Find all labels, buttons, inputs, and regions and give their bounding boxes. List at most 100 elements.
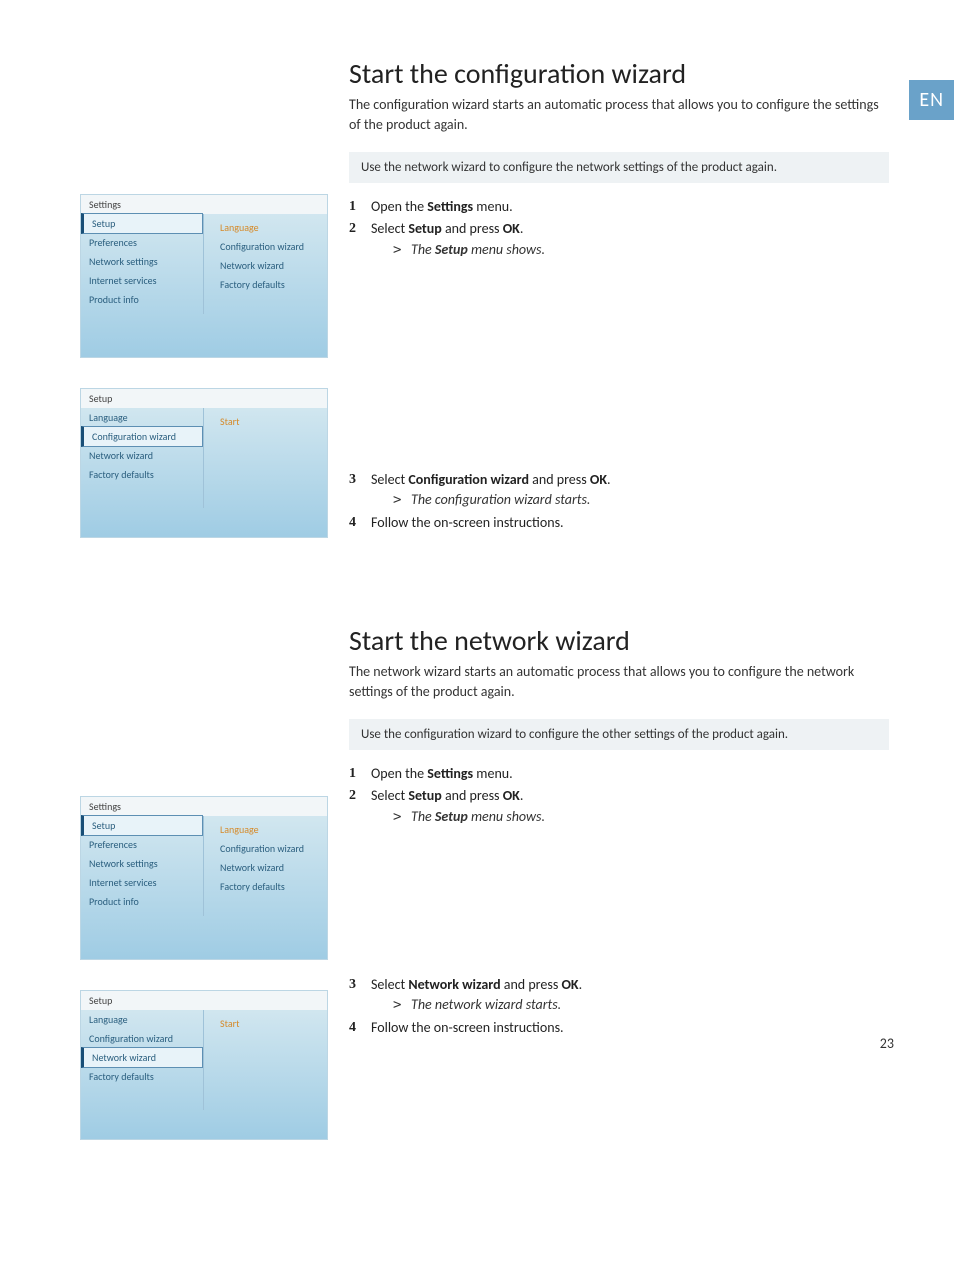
menu-right: Language Configuration wizard Network wi…	[204, 214, 327, 314]
chevron-icon: >	[393, 240, 401, 260]
result: > The Setup menu shows.	[371, 807, 889, 827]
step: Follow the on-screen instructions.	[349, 513, 889, 533]
text: Open the	[371, 765, 427, 782]
bold: Setup	[435, 808, 468, 825]
bold: Setup	[408, 787, 441, 804]
menu-item: Language	[81, 408, 203, 427]
chevron-icon: >	[393, 807, 401, 827]
text: and press	[529, 471, 590, 488]
menu-left: Setup Preferences Network settings Inter…	[81, 214, 204, 314]
step: Select Configuration wizard and press OK…	[349, 470, 889, 511]
steps-config-2-wrap: Select Configuration wizard and press OK…	[349, 470, 889, 533]
result: > The configuration wizard starts.	[371, 490, 889, 510]
text: Select	[371, 976, 408, 993]
text: The network wizard starts.	[411, 996, 561, 1013]
chevron-icon: >	[393, 490, 401, 510]
text: and press	[442, 787, 503, 804]
menu-header: Setup	[81, 991, 327, 1010]
lead-network: The network wizard starts an automatic p…	[349, 662, 889, 701]
menu-left: Setup Preferences Network settings Inter…	[81, 816, 204, 916]
text: .	[520, 787, 524, 804]
heading-network: Start the network wizard	[349, 623, 889, 658]
menu-item: Network settings	[81, 854, 203, 873]
menu-item: Language	[81, 1010, 203, 1029]
menu-item: Configuration wizard	[81, 1029, 203, 1048]
menu-item: Internet services	[81, 271, 203, 290]
menu-item: Internet services	[81, 873, 203, 892]
steps-config-2: Select Configuration wizard and press OK…	[349, 470, 889, 533]
section-config-wizard: Start the configuration wizard The confi…	[349, 56, 889, 260]
menu-item: Preferences	[81, 233, 203, 252]
bold: Setup	[408, 220, 441, 237]
menu-item: Setup	[81, 213, 203, 234]
steps-net-2: Select Network wizard and press OK. > Th…	[349, 975, 889, 1038]
menu-right: Start	[204, 408, 327, 508]
bold: Setup	[435, 241, 468, 258]
menu-item: Factory defaults	[81, 1067, 203, 1086]
menu-item: Preferences	[81, 835, 203, 854]
note-network: Use the configuration wizard to configur…	[349, 719, 889, 750]
step: Follow the on-screen instructions.	[349, 1018, 889, 1038]
bold: Settings	[427, 198, 473, 215]
menu-setup-config: Setup Language Configuration wizard Netw…	[80, 388, 328, 538]
lead-config: The configuration wizard starts an autom…	[349, 95, 889, 134]
language-tab: EN	[909, 80, 954, 120]
bold: OK	[503, 220, 520, 237]
menu-item: Configuration wizard	[81, 426, 203, 447]
menu-item: Configuration wizard	[212, 839, 319, 858]
result: > The network wizard starts.	[371, 995, 889, 1015]
note-config: Use the network wizard to configure the …	[349, 152, 889, 183]
text: .	[579, 976, 583, 993]
steps-net-1: Open the Settings menu. Select Setup and…	[349, 764, 889, 827]
result: > The Setup menu shows.	[371, 240, 889, 260]
menu-item: Network wizard	[212, 256, 319, 275]
menu-item: Product info	[81, 892, 203, 911]
text: menu shows.	[468, 808, 545, 825]
text: .	[520, 220, 524, 237]
text: and press	[501, 976, 562, 993]
menu-settings-2: Settings Setup Preferences Network setti…	[80, 796, 328, 960]
menu-item: Factory defaults	[81, 465, 203, 484]
menu-right: Language Configuration wizard Network wi…	[204, 816, 327, 916]
bold: Settings	[427, 765, 473, 782]
bold: OK	[590, 471, 607, 488]
text: menu.	[473, 765, 513, 782]
text: .	[607, 471, 611, 488]
menu-header: Settings	[81, 797, 327, 816]
text: Select	[371, 220, 408, 237]
chevron-icon: >	[393, 995, 401, 1015]
heading-config: Start the configuration wizard	[349, 56, 889, 91]
menu-item: Network wizard	[81, 1047, 203, 1068]
bold: OK	[561, 976, 578, 993]
menu-item: Start	[212, 1014, 319, 1033]
menu-item: Setup	[81, 815, 203, 836]
menu-item: Configuration wizard	[212, 237, 319, 256]
page: EN Start the configuration wizard The co…	[0, 0, 954, 1080]
menu-item: Network wizard	[81, 446, 203, 465]
steps-config-1: Open the Settings menu. Select Setup and…	[349, 197, 889, 260]
page-number: 23	[880, 1035, 894, 1052]
text: The	[411, 241, 435, 258]
menu-item: Network settings	[81, 252, 203, 271]
menu-item: Language	[212, 820, 319, 839]
step: Select Network wizard and press OK. > Th…	[349, 975, 889, 1016]
text: The configuration wizard starts.	[411, 491, 590, 508]
section-network-wizard: Start the network wizard The network wiz…	[349, 623, 889, 827]
menu-settings-1: Settings Setup Preferences Network setti…	[80, 194, 328, 358]
text: menu shows.	[468, 241, 545, 258]
steps-net-2-wrap: Select Network wizard and press OK. > Th…	[349, 975, 889, 1038]
menu-setup-net: Setup Language Configuration wizard Netw…	[80, 990, 328, 1140]
menu-header: Settings	[81, 195, 327, 214]
menu-item: Product info	[81, 290, 203, 309]
menu-item: Language	[212, 218, 319, 237]
text: Open the	[371, 198, 427, 215]
menu-item: Start	[212, 412, 319, 431]
menu-item: Factory defaults	[212, 877, 319, 896]
text: Select	[371, 471, 408, 488]
step: Select Setup and press OK. > The Setup m…	[349, 786, 889, 827]
menu-left: Language Configuration wizard Network wi…	[81, 408, 204, 508]
menu-header: Setup	[81, 389, 327, 408]
step: Open the Settings menu.	[349, 197, 889, 217]
text: menu.	[473, 198, 513, 215]
step: Select Setup and press OK. > The Setup m…	[349, 219, 889, 260]
